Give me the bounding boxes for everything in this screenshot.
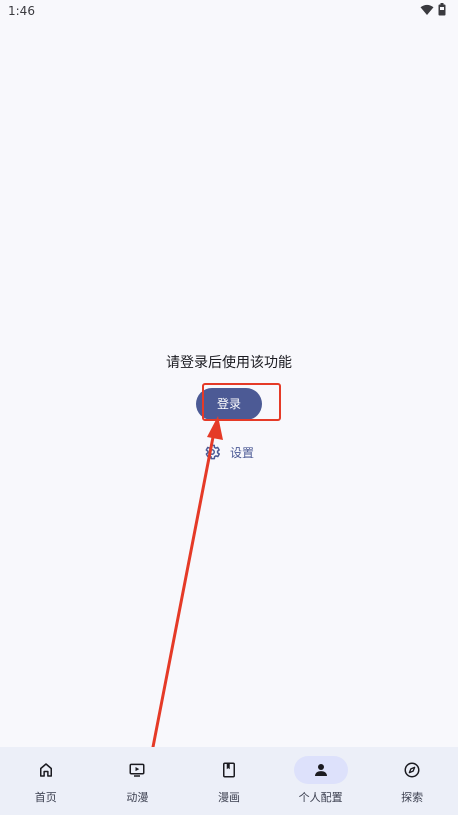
bottom-navigation: 首页 动漫 漫画 个人配置 探索 <box>0 747 458 815</box>
nav-label-comic: 漫画 <box>217 791 240 804</box>
nav-label-profile: 个人配置 <box>298 791 343 804</box>
tv-play-icon <box>129 763 145 777</box>
wifi-icon <box>420 4 434 15</box>
settings-label: 设置 <box>230 445 255 460</box>
person-icon <box>314 764 327 776</box>
home-icon <box>39 763 52 777</box>
settings-link[interactable]: 设置 <box>203 442 254 462</box>
status-icons <box>420 3 446 16</box>
battery-icon <box>438 3 446 16</box>
nav-label-anime: 动漫 <box>126 791 149 804</box>
nav-label-home: 首页 <box>34 791 57 804</box>
status-time: 1:46 <box>8 4 35 18</box>
nav-item-profile[interactable]: 个人配置 <box>275 747 367 815</box>
login-prompt: 请登录后使用该功能 <box>166 355 292 371</box>
status-bar: 1:46 <box>0 0 458 22</box>
nav-item-home[interactable]: 首页 <box>0 747 92 815</box>
nav-item-explore[interactable]: 探索 <box>366 747 458 815</box>
nav-item-comic[interactable]: 漫画 <box>183 747 275 815</box>
compass-icon <box>404 762 420 778</box>
gear-icon <box>205 444 221 460</box>
nav-item-anime[interactable]: 动漫 <box>92 747 184 815</box>
nav-label-explore: 探索 <box>401 791 424 804</box>
annotation-highlight-box <box>202 383 281 421</box>
book-icon <box>222 762 235 778</box>
